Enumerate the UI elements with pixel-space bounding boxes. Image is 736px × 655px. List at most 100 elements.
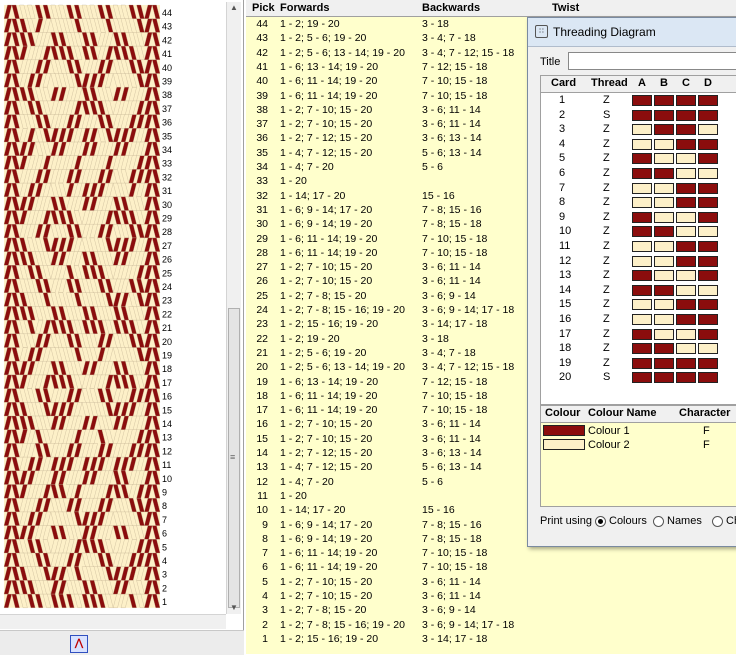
- hole-c-swatch[interactable]: [676, 328, 696, 340]
- hole-b-swatch[interactable]: [654, 299, 674, 311]
- table-row[interactable]: 4 1 - 2; 7 - 10; 15 - 20 3 - 6; 11 - 14: [246, 590, 736, 604]
- weave-icon[interactable]: ⋀: [70, 635, 88, 653]
- hole-c-swatch[interactable]: [676, 270, 696, 282]
- hole-b-swatch[interactable]: [654, 314, 674, 325]
- card-row[interactable]: 10 Z: [541, 224, 736, 239]
- hole-c-swatch[interactable]: [676, 138, 696, 150]
- radio-colours[interactable]: [595, 516, 606, 527]
- hole-d-swatch[interactable]: [698, 211, 718, 223]
- thread-direction[interactable]: Z: [603, 313, 610, 325]
- colour-row[interactable]: Colour 1 F: [541, 424, 736, 438]
- radio-colours-label[interactable]: Colours: [609, 515, 647, 527]
- card-row[interactable]: 4Z: [541, 137, 736, 152]
- hole-a-swatch[interactable]: [632, 241, 652, 252]
- header-pick[interactable]: Pick: [252, 2, 275, 14]
- hole-b-swatch[interactable]: [654, 197, 674, 209]
- hole-d-swatch[interactable]: [698, 299, 718, 311]
- radio-character[interactable]: [712, 516, 723, 527]
- header-forwards[interactable]: Forwards: [280, 2, 330, 14]
- card-row[interactable]: 16 Z: [541, 312, 736, 327]
- hole-a-swatch[interactable]: [632, 284, 652, 296]
- hole-c-swatch[interactable]: [676, 197, 696, 209]
- hole-a-swatch[interactable]: [632, 255, 652, 267]
- hole-c-swatch[interactable]: [676, 226, 696, 238]
- hole-d-swatch[interactable]: [698, 328, 718, 340]
- hole-a-swatch[interactable]: [632, 168, 652, 179]
- title-input[interactable]: [568, 52, 736, 70]
- hole-d-swatch[interactable]: [698, 124, 718, 136]
- card-row[interactable]: 1Z: [541, 93, 736, 108]
- card-row[interactable]: 5Z: [541, 151, 736, 166]
- table-row[interactable]: 7 1 - 6; 11 - 14; 19 - 20 7 - 10; 15 - 18: [246, 547, 736, 561]
- header-twist[interactable]: Twist: [552, 2, 579, 14]
- hole-a-swatch[interactable]: [632, 109, 652, 121]
- hole-d-swatch[interactable]: [698, 284, 718, 296]
- hole-c-swatch[interactable]: [676, 241, 696, 252]
- card-row[interactable]: 9Z: [541, 210, 736, 225]
- thread-direction[interactable]: Z: [603, 182, 610, 194]
- hole-c-swatch[interactable]: [676, 284, 696, 296]
- hole-a-swatch[interactable]: [632, 211, 652, 223]
- hole-c-swatch[interactable]: [676, 255, 696, 267]
- thread-direction[interactable]: Z: [603, 328, 610, 340]
- hole-c-swatch[interactable]: [676, 168, 696, 179]
- thread-direction[interactable]: Z: [603, 298, 610, 310]
- card-row[interactable]: 17 Z: [541, 327, 736, 342]
- hole-b-swatch[interactable]: [654, 226, 674, 238]
- hole-c-swatch[interactable]: [676, 182, 696, 194]
- hole-b-swatch[interactable]: [654, 357, 674, 369]
- hole-d-swatch[interactable]: [698, 241, 718, 252]
- hole-d-swatch[interactable]: [698, 95, 718, 106]
- hole-a-swatch[interactable]: [632, 328, 652, 340]
- hole-b-swatch[interactable]: [654, 284, 674, 296]
- card-row[interactable]: 12 Z: [541, 254, 736, 269]
- thread-direction[interactable]: Z: [603, 342, 610, 354]
- hole-d-swatch[interactable]: [698, 226, 718, 238]
- hole-c-swatch[interactable]: [676, 372, 696, 384]
- hole-d-swatch[interactable]: [698, 109, 718, 121]
- hole-d-swatch[interactable]: [698, 314, 718, 325]
- hole-d-swatch[interactable]: [698, 255, 718, 267]
- card-row[interactable]: 2S: [541, 108, 736, 123]
- hole-b-swatch[interactable]: [654, 328, 674, 340]
- card-row[interactable]: 18 Z: [541, 341, 736, 356]
- thread-direction[interactable]: Z: [603, 152, 610, 164]
- colour-swatch[interactable]: [543, 425, 585, 436]
- card-row[interactable]: 3Z: [541, 122, 736, 137]
- hole-b-swatch[interactable]: [654, 153, 674, 165]
- hole-b-swatch[interactable]: [654, 372, 674, 384]
- hole-b-swatch[interactable]: [654, 211, 674, 223]
- scroll-up-icon[interactable]: ▲: [227, 2, 241, 14]
- hole-b-swatch[interactable]: [654, 255, 674, 267]
- colour-row[interactable]: Colour 2 F: [541, 438, 736, 452]
- hole-a-swatch[interactable]: [632, 343, 652, 355]
- thread-direction[interactable]: Z: [603, 225, 610, 237]
- hole-d-swatch[interactable]: [698, 153, 718, 165]
- thread-direction[interactable]: Z: [603, 269, 610, 281]
- colour-swatch[interactable]: [543, 439, 585, 450]
- hole-c-swatch[interactable]: [676, 95, 696, 106]
- hole-d-swatch[interactable]: [698, 343, 718, 355]
- pattern-vertical-scrollbar[interactable]: ▲ ≡ ▼: [226, 2, 241, 614]
- card-row[interactable]: 13 Z: [541, 268, 736, 283]
- hole-d-swatch[interactable]: [698, 372, 718, 384]
- hole-a-swatch[interactable]: [632, 372, 652, 384]
- thread-direction[interactable]: Z: [603, 255, 610, 267]
- table-row[interactable]: 5 1 - 2; 7 - 10; 15 - 20 3 - 6; 11 - 14: [246, 576, 736, 590]
- hole-b-swatch[interactable]: [654, 270, 674, 282]
- hole-a-swatch[interactable]: [632, 197, 652, 209]
- thread-direction[interactable]: Z: [603, 196, 610, 208]
- card-row[interactable]: 19 Z: [541, 356, 736, 371]
- thread-direction[interactable]: Z: [603, 123, 610, 135]
- hole-c-swatch[interactable]: [676, 299, 696, 311]
- thread-direction[interactable]: S: [603, 109, 610, 121]
- hole-a-swatch[interactable]: [632, 299, 652, 311]
- hole-a-swatch[interactable]: [632, 270, 652, 282]
- radio-names[interactable]: [653, 516, 664, 527]
- card-row[interactable]: 11 Z: [541, 239, 736, 254]
- hole-c-swatch[interactable]: [676, 357, 696, 369]
- thread-direction[interactable]: Z: [603, 138, 610, 150]
- hole-c-swatch[interactable]: [676, 211, 696, 223]
- thread-direction[interactable]: S: [603, 371, 610, 383]
- thread-direction[interactable]: Z: [603, 94, 610, 106]
